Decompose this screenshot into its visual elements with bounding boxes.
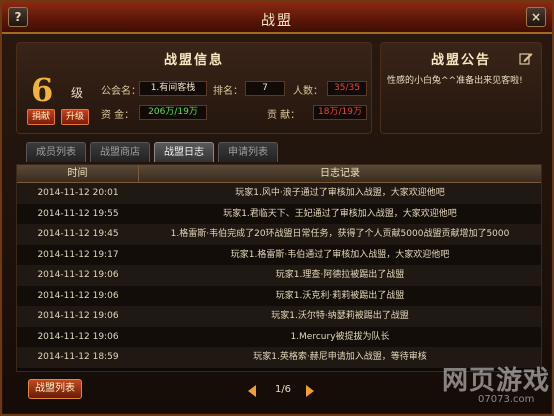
guild-notice-text: 性感的小白兔^^准备出来见客啦!	[387, 76, 523, 86]
table-row: 2014-11-12 19:06 玩家1.理查·阿德拉被踢出了战盟	[17, 265, 541, 286]
table-row: 2014-11-12 19:45 1.格雷斯·韦伯完成了20环战盟日常任务，获得…	[17, 224, 541, 245]
donate-button[interactable]: 捐献	[27, 109, 55, 125]
log-text: 玩家1.格雷斯·韦伯通过了审核加入战盟，大家欢迎他吧	[230, 249, 450, 260]
watermark: 网页游戏 07073.com	[420, 360, 550, 414]
column-header-log: 日志记录	[320, 168, 360, 179]
log-time: 2014-11-12 19:06	[37, 290, 119, 301]
table-row: 2014-11-12 19:55 玩家1.君临天下、王妃通过了审核加入战盟，大家…	[17, 203, 541, 224]
window-title: 战盟	[261, 13, 293, 29]
guild-info-panel: 战盟信息 6 级 捐献 升级 公会名： 1.有间客栈 排名： 7 人数： 35/…	[16, 42, 372, 134]
guild-level-unit: 级	[71, 86, 84, 100]
log-table: 时间 日志记录 2014-11-12 20:01 玩家1.风中·浪子通过了审核加…	[16, 164, 542, 372]
table-row: 2014-11-12 20:01 玩家1.风中·浪子通过了审核加入战盟，大家欢迎…	[17, 183, 541, 204]
log-time: 2014-11-12 19:17	[37, 249, 119, 260]
people-field: 35/35	[327, 81, 367, 96]
log-text: 玩家1.理查·阿德拉被踢出了战盟	[275, 270, 405, 280]
contribution-label: 贡 献：	[267, 110, 301, 121]
column-header-time: 时间	[17, 165, 139, 183]
log-text: 玩家1.风中·浪子通过了审核加入战盟，大家欢迎他吧	[235, 188, 445, 198]
page-indicator: 1/6	[274, 384, 292, 395]
upgrade-button[interactable]: 升级	[61, 109, 89, 125]
log-text: 玩家1.沃克利·莉莉被踢出了战盟	[275, 290, 405, 301]
guild-notice-panel: 战盟公告 性感的小白兔^^准备出来见客啦!	[380, 42, 542, 134]
log-time: 2014-11-12 19:06	[37, 270, 119, 280]
log-time: 2014-11-12 19:06	[37, 311, 119, 321]
table-row: 2014-11-12 19:17 玩家1.格雷斯·韦伯通过了审核加入战盟，大家欢…	[17, 244, 541, 265]
log-text: 玩家1.沃尔特·纳瑟莉被踢出了战盟	[271, 311, 409, 321]
log-table-header: 时间 日志记录	[17, 165, 541, 183]
funds-field: 206万/19万	[139, 105, 207, 120]
guild-list-button[interactable]: 战盟列表	[28, 379, 82, 399]
prev-page-icon[interactable]	[248, 385, 256, 397]
log-text: 玩家1.君临天下、王妃通过了审核加入战盟，大家欢迎他吧	[223, 208, 457, 219]
rank-label: 排名：	[213, 86, 243, 97]
tab-members[interactable]: 成员列表	[26, 142, 86, 162]
guild-window: ? 战盟 × 战盟信息 6 级 捐献 升级 公会名： 1.有间客栈 排名： 7 …	[0, 0, 554, 416]
log-time: 2014-11-12 19:55	[37, 208, 119, 219]
log-time: 2014-11-12 18:59	[37, 352, 119, 362]
guild-name-label: 公会名：	[101, 86, 141, 97]
log-text: 1.格雷斯·韦伯完成了20环战盟日常任务，获得了个人贡献5000战盟贡献增加了5…	[170, 229, 510, 239]
tab-shop[interactable]: 战盟商店	[90, 142, 150, 162]
log-time: 2014-11-12 19:06	[37, 331, 119, 342]
log-text: 1.Mercury被提拔为队长	[290, 331, 390, 342]
people-label: 人数：	[293, 86, 323, 97]
next-page-icon[interactable]	[306, 385, 314, 397]
rank-field: 7	[245, 81, 285, 96]
guild-name-field: 1.有间客栈	[139, 81, 207, 96]
guild-info-title: 战盟信息	[163, 53, 224, 68]
contribution-field: 18万/19万	[313, 105, 367, 120]
title-bar: ? 战盟 ×	[2, 2, 552, 34]
log-rows: 2014-11-12 20:01 玩家1.风中·浪子通过了审核加入战盟，大家欢迎…	[17, 183, 541, 368]
guild-notice-title: 战盟公告	[430, 53, 491, 68]
guild-level: 6	[31, 71, 54, 109]
tab-applications[interactable]: 申请列表	[218, 142, 278, 162]
pagination: 1/6	[242, 384, 322, 398]
close-button[interactable]: ×	[526, 7, 546, 27]
watermark-url: 07073.com	[478, 394, 535, 405]
table-row: 2014-11-12 19:06 玩家1.沃尔特·纳瑟莉被踢出了战盟	[17, 306, 541, 327]
log-time: 2014-11-12 20:01	[37, 188, 119, 198]
tab-log[interactable]: 战盟日志	[154, 142, 214, 162]
table-row: 2014-11-12 19:06 玩家1.沃克利·莉莉被踢出了战盟	[17, 285, 541, 306]
edit-icon[interactable]	[519, 51, 533, 65]
log-time: 2014-11-12 19:45	[37, 229, 119, 239]
funds-label: 资 金：	[101, 110, 135, 121]
table-row: 2014-11-12 19:06 1.Mercury被提拔为队长	[17, 326, 541, 347]
watermark-text: 网页游戏	[442, 366, 551, 396]
